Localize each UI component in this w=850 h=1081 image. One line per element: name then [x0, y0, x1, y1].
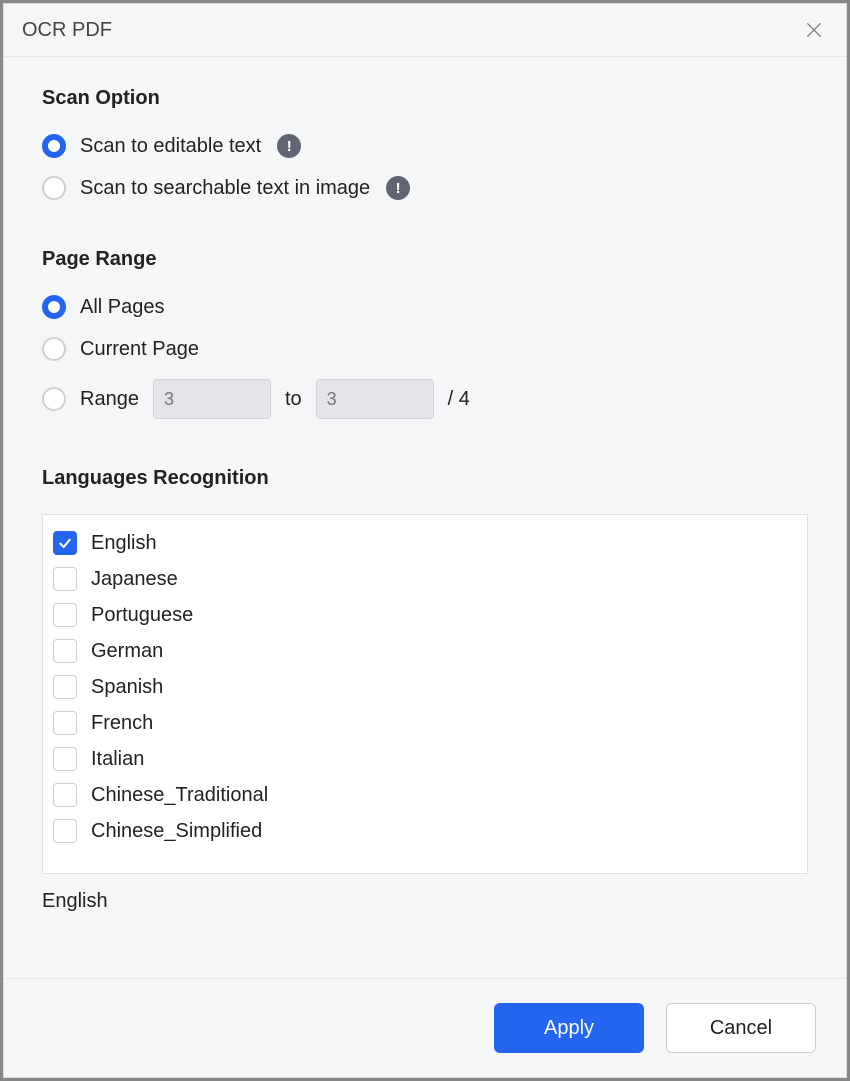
languages-heading: Languages Recognition [42, 467, 808, 490]
language-row[interactable]: Chinese_Simplified [51, 813, 799, 849]
all-pages-label: All Pages [80, 296, 165, 319]
language-label: Portuguese [91, 604, 193, 627]
page-range-heading: Page Range [42, 248, 808, 271]
language-row[interactable]: German [51, 633, 799, 669]
scan-editable-label: Scan to editable text [80, 135, 261, 158]
radio-range[interactable] [42, 387, 66, 411]
language-row[interactable]: Chinese_Traditional [51, 777, 799, 813]
language-label: Chinese_Traditional [91, 784, 268, 807]
apply-button[interactable]: Apply [494, 1003, 644, 1053]
cancel-button[interactable]: Cancel [666, 1003, 816, 1053]
current-page-label: Current Page [80, 338, 199, 361]
language-row[interactable]: French [51, 705, 799, 741]
scan-option-editable[interactable]: Scan to editable text ! [42, 134, 808, 158]
close-button[interactable] [800, 16, 828, 44]
radio-scan-editable[interactable] [42, 134, 66, 158]
scan-option-heading: Scan Option [42, 87, 808, 110]
dialog-footer: Apply Cancel [4, 978, 846, 1077]
language-checkbox[interactable] [53, 603, 77, 627]
language-label: Chinese_Simplified [91, 820, 262, 843]
language-row[interactable]: Portuguese [51, 597, 799, 633]
language-checkbox[interactable] [53, 567, 77, 591]
dialog-title: OCR PDF [22, 19, 112, 42]
language-label: Japanese [91, 568, 178, 591]
language-checkbox[interactable] [53, 639, 77, 663]
language-row[interactable]: Japanese [51, 561, 799, 597]
language-row[interactable]: Spanish [51, 669, 799, 705]
close-icon [804, 20, 824, 40]
range-from-input[interactable] [153, 379, 271, 419]
page-range-custom[interactable]: Range to / 4 [42, 379, 808, 419]
range-total: / 4 [448, 388, 470, 411]
ocr-pdf-dialog: OCR PDF Scan Option Scan to editable tex… [3, 3, 847, 1078]
scan-searchable-label: Scan to searchable text in image [80, 177, 370, 200]
info-icon[interactable]: ! [277, 134, 301, 158]
range-label: Range [80, 388, 139, 411]
language-label: Spanish [91, 676, 163, 699]
radio-current-page[interactable] [42, 337, 66, 361]
language-label: English [91, 532, 157, 555]
language-row[interactable]: Italian [51, 741, 799, 777]
radio-scan-searchable[interactable] [42, 176, 66, 200]
titlebar: OCR PDF [4, 4, 846, 57]
page-range-current[interactable]: Current Page [42, 337, 808, 361]
range-to-label: to [285, 388, 302, 411]
language-checkbox[interactable] [53, 819, 77, 843]
radio-all-pages[interactable] [42, 295, 66, 319]
language-row[interactable]: English [51, 525, 799, 561]
language-checkbox[interactable] [53, 747, 77, 771]
range-to-input[interactable] [316, 379, 434, 419]
language-label: German [91, 640, 163, 663]
page-range-all[interactable]: All Pages [42, 295, 808, 319]
languages-list[interactable]: English Japanese Portuguese German Spanish Fr… [42, 514, 808, 874]
language-checkbox[interactable] [53, 675, 77, 699]
language-checkbox[interactable] [53, 783, 77, 807]
selected-languages-summary: English [42, 874, 808, 937]
dialog-content: Scan Option Scan to editable text ! Scan… [4, 57, 846, 978]
language-label: French [91, 712, 153, 735]
info-icon[interactable]: ! [386, 176, 410, 200]
language-label: Italian [91, 748, 144, 771]
languages-section: Languages Recognition English Japanese Por… [42, 467, 808, 968]
scan-option-searchable[interactable]: Scan to searchable text in image ! [42, 176, 808, 200]
language-checkbox[interactable] [53, 531, 77, 555]
language-checkbox[interactable] [53, 711, 77, 735]
